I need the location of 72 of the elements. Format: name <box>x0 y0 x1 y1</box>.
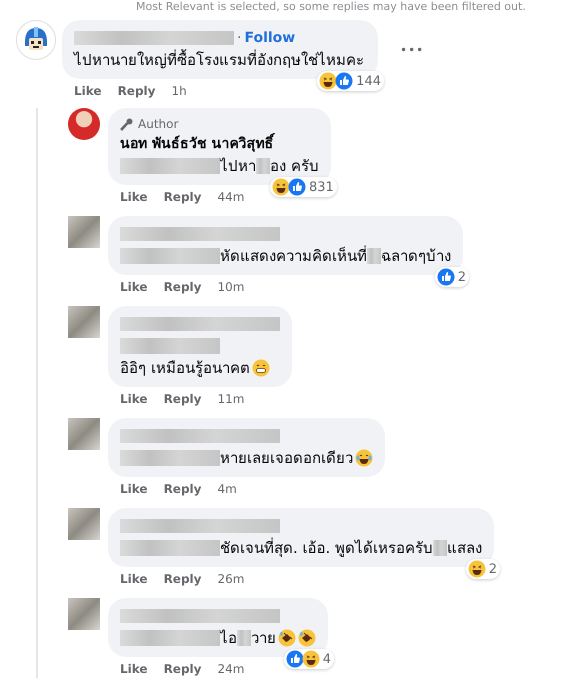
reaction-count: 831 <box>308 180 334 194</box>
blurred-avatar[interactable] <box>68 418 100 450</box>
helmet-avatar-icon[interactable] <box>16 20 56 60</box>
comment-text: ไปหานายใหญ่ที่ซื้อโรงแรมที่อังกฤษใช่ไหมคะ <box>74 49 364 71</box>
reaction-summary[interactable]: 2 <box>434 267 469 287</box>
tears-of-joy-face-icon <box>355 449 373 467</box>
avatar-photo-placeholder[interactable] <box>68 108 100 140</box>
reply-time: 26m <box>217 572 244 586</box>
reaction-summary[interactable]: 4 <box>284 649 334 669</box>
filter-notice: Most Relevant is selected, so some replies may have been filtered out. <box>135 0 527 14</box>
action-link[interactable]: Like <box>120 572 148 586</box>
separator-dot: · <box>237 30 242 46</box>
thumbs-up-icon <box>436 268 455 286</box>
reply-text: ฉลาดๆบ้าง <box>381 246 451 267</box>
reaction-count: 2 <box>488 562 498 576</box>
reaction-summary[interactable]: 831 <box>270 177 337 197</box>
reply-time: 11m <box>217 392 244 406</box>
comment-time: 1h <box>171 84 187 98</box>
reaction-count: 2 <box>458 270 466 284</box>
reaction-count: 144 <box>356 74 381 88</box>
thumbs-up-icon <box>288 178 306 196</box>
follow-link[interactable]: Follow <box>244 30 296 46</box>
reply-text: ไปหา <box>220 156 256 177</box>
reaction-count: 4 <box>322 652 331 666</box>
action-link[interactable]: Reply <box>118 84 156 98</box>
laughing-face-icon <box>302 650 320 668</box>
microphone-icon <box>120 117 134 131</box>
reply-text: ชัดเจนที่สุด. เอ้อ. พูดได้เหรอครับ <box>220 537 434 559</box>
thumbs-up-icon <box>286 650 304 668</box>
action-link[interactable]: Reply <box>164 572 202 586</box>
action-link[interactable]: Like <box>120 280 148 294</box>
reply-text: อง ครับ <box>270 156 319 177</box>
action-link[interactable]: Like <box>120 662 148 676</box>
reply-text: แสลง <box>447 538 482 559</box>
reply-text: อิอิๆ เหมือนรู้อนาคต <box>120 358 250 379</box>
redacted-text <box>367 248 381 264</box>
blurred-avatar[interactable] <box>68 216 100 248</box>
reply-text: หายเลยเจอดอกเดียว <box>220 448 353 469</box>
grinning-face-icon <box>252 359 270 377</box>
action-link[interactable]: Reply <box>164 392 202 406</box>
rolling-laughing-face-icon <box>278 629 296 647</box>
rolling-laughing-face-icon <box>298 629 316 647</box>
author-label: Author <box>138 117 178 131</box>
reply-time: 4m <box>217 482 237 496</box>
action-link[interactable]: Reply <box>164 280 202 294</box>
reaction-summary[interactable]: 2 <box>466 559 500 579</box>
laughing-face-icon <box>319 72 338 90</box>
laughing-face-icon <box>468 560 486 578</box>
action-link[interactable]: Reply <box>164 482 202 496</box>
reply-text: วาย <box>251 628 276 649</box>
blurred-avatar[interactable] <box>68 306 100 338</box>
action-link[interactable]: Like <box>74 84 102 98</box>
author-name[interactable]: นอท พันธ์ธวัช นาควิสุทธิ์ <box>120 134 274 154</box>
reply-time: 10m <box>217 280 244 294</box>
action-link[interactable]: Reply <box>164 190 202 204</box>
redacted-text <box>237 630 251 646</box>
reply-text: หัดแสดงความคิดเห็นที่ <box>220 245 367 267</box>
reply-time: 44m <box>217 190 244 204</box>
blurred-avatar[interactable] <box>68 598 100 630</box>
blurred-avatar[interactable] <box>68 508 100 540</box>
action-link[interactable]: Like <box>120 190 148 204</box>
reply-text: ไอ <box>220 628 237 649</box>
reaction-summary[interactable]: 144 <box>317 71 384 91</box>
redacted-text <box>433 540 448 556</box>
more-options-icon[interactable]: ••• <box>400 42 424 56</box>
redacted-text <box>256 158 270 174</box>
action-link[interactable]: Like <box>120 392 148 406</box>
action-link[interactable]: Like <box>120 482 148 496</box>
action-link[interactable]: Reply <box>164 662 202 676</box>
thumbs-up-icon <box>335 72 354 90</box>
reply-time: 24m <box>217 662 244 676</box>
laughing-face-icon <box>272 178 290 196</box>
